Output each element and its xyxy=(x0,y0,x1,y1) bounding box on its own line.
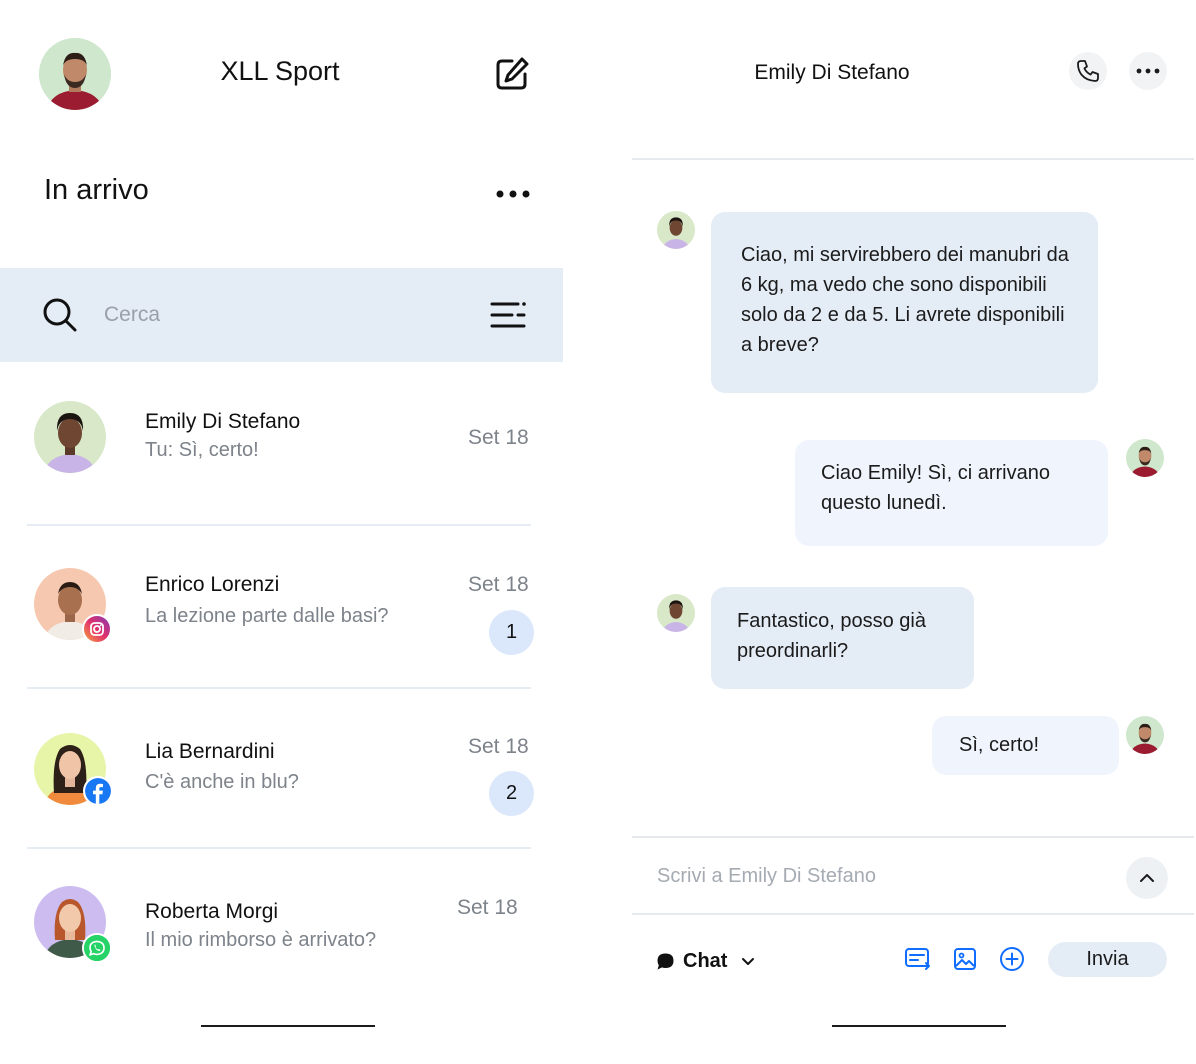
add-image-button[interactable] xyxy=(950,944,980,974)
toolbar-divider xyxy=(632,913,1194,915)
contact-avatar xyxy=(657,594,695,632)
incoming-message: Ciao, mi servirebbero dei manubri da 6 k… xyxy=(711,212,1098,393)
avatar xyxy=(34,401,106,473)
message-input[interactable] xyxy=(657,856,1097,896)
channel-selector[interactable]: Chat xyxy=(656,946,755,976)
ellipsis-icon xyxy=(496,190,530,198)
user-avatar xyxy=(1126,716,1164,754)
add-attachment-button[interactable] xyxy=(997,944,1027,974)
conversation-date: Set 18 xyxy=(468,735,529,758)
compose-button[interactable] xyxy=(490,52,534,96)
conversation-item[interactable]: Roberta Morgi Il mio rimborso è arrivato… xyxy=(0,849,563,989)
phone-icon xyxy=(1077,60,1099,82)
message-preview: La lezione parte dalle basi? xyxy=(145,605,389,627)
expand-composer-button[interactable] xyxy=(1126,857,1168,899)
avatar xyxy=(34,568,112,644)
chevron-up-icon xyxy=(1140,874,1154,882)
user-avatar xyxy=(1126,439,1164,477)
message-preview: C'è anche in blu? xyxy=(145,771,299,793)
inbox-more-button[interactable] xyxy=(490,178,536,210)
filter-icon[interactable] xyxy=(488,298,528,332)
contact-name: Emily Di Stefano xyxy=(145,410,301,433)
inbox-panel: XLL Sport In arrivo Cerca Emily Di Stefa… xyxy=(0,0,564,1064)
chat-more-button[interactable] xyxy=(1129,52,1167,90)
conversation-date: Set 18 xyxy=(468,426,529,449)
conversation-date: Set 18 xyxy=(457,896,518,919)
edit-square-icon xyxy=(496,57,529,90)
avatar xyxy=(34,886,112,963)
home-indicator xyxy=(832,1025,1006,1027)
saved-replies-icon xyxy=(905,948,930,970)
header-divider xyxy=(632,158,1194,160)
home-indicator xyxy=(201,1025,375,1027)
message-preview: Il mio rimborso è arrivato? xyxy=(145,929,377,951)
avatar xyxy=(34,733,113,806)
chat-bubble-icon xyxy=(657,953,674,969)
chat-panel: Emily Di Stefano Ciao, mi servirebbero d… xyxy=(632,0,1196,1064)
unread-badge: 1 xyxy=(489,610,534,655)
conversation-item[interactable]: Enrico Lorenzi La lezione parte dalle ba… xyxy=(0,526,563,689)
channel-label: Chat xyxy=(683,949,728,972)
instagram-icon xyxy=(82,614,112,644)
facebook-icon xyxy=(83,776,113,806)
conversation-date: Set 18 xyxy=(468,573,529,596)
contact-name: Lia Bernardini xyxy=(145,740,275,763)
search-bar xyxy=(0,268,563,362)
app-title: XLL Sport xyxy=(220,56,340,86)
contact-avatar xyxy=(657,211,695,249)
search-icon xyxy=(43,298,77,332)
call-button[interactable] xyxy=(1069,52,1107,90)
ellipsis-icon xyxy=(1136,68,1160,74)
outgoing-message: Sì, certo! xyxy=(932,716,1119,775)
message-preview: Tu: Sì, certo! xyxy=(145,439,259,461)
incoming-message: Fantastico, posso già preordinarli? xyxy=(711,587,974,689)
business-avatar[interactable] xyxy=(39,38,111,110)
composer-divider xyxy=(632,836,1194,838)
chat-contact-name: Emily Di Stefano xyxy=(754,61,910,84)
chevron-down-icon xyxy=(742,957,755,965)
contact-name: Enrico Lorenzi xyxy=(145,573,280,596)
section-title: In arrivo xyxy=(44,174,149,206)
saved-replies-button[interactable] xyxy=(903,944,933,974)
plus-circle-icon xyxy=(1000,947,1024,971)
contact-name: Roberta Morgi xyxy=(145,900,279,923)
search-input[interactable] xyxy=(104,295,444,335)
whatsapp-icon xyxy=(82,933,112,963)
send-button[interactable]: Invia xyxy=(1048,942,1167,977)
conversation-item[interactable]: Lia Bernardini C'è anche in blu? Set 18 … xyxy=(0,689,563,849)
unread-badge: 2 xyxy=(489,771,534,816)
outgoing-message: Ciao Emily! Sì, ci arrivano questo luned… xyxy=(795,440,1108,546)
image-icon xyxy=(954,948,976,970)
conversation-item[interactable]: Emily Di Stefano Tu: Sì, certo! Set 18 xyxy=(0,388,563,526)
